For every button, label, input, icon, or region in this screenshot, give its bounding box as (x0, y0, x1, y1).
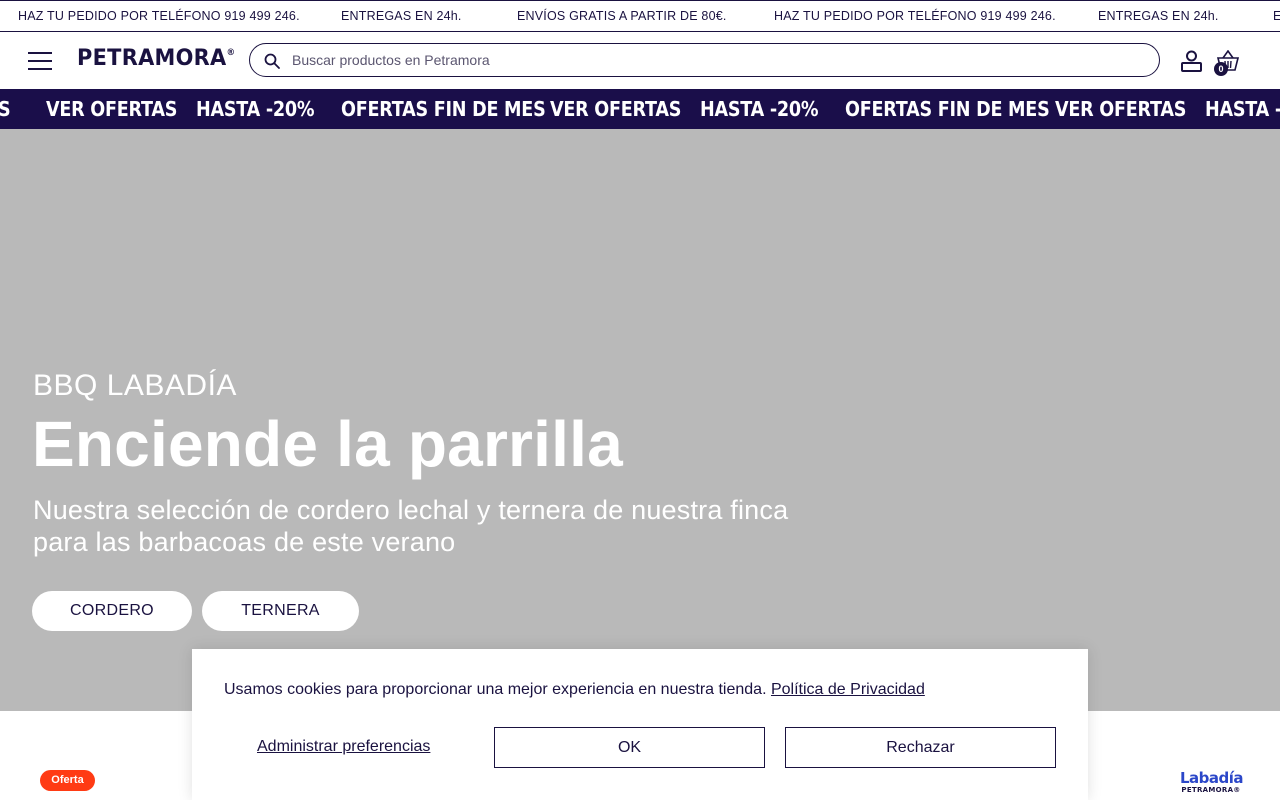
brand-name: Labadía (1180, 769, 1244, 787)
search-bar[interactable] (249, 43, 1160, 77)
offer-item[interactable]: VER OFERTAS (1055, 97, 1186, 121)
cookie-message: Usamos cookies para proporcionar una mej… (224, 681, 925, 699)
announcement-delivery: ENTREGAS EN 24h. (341, 9, 462, 23)
hero-title: Enciende la parrilla (32, 408, 623, 480)
cookie-reject-button[interactable]: Rechazar (785, 727, 1056, 768)
announcement-phone: HAZ TU PEDIDO POR TELÉFONO 919 499 246. (774, 9, 1056, 23)
cookie-text: Usamos cookies para proporcionar una mej… (224, 681, 767, 698)
offers-marquee[interactable]: S VER OFERTAS HASTA -20% OFERTAS FIN DE … (0, 89, 1280, 129)
hero-banner: BBQ LABADÍA Enciende la parrilla Nuestra… (0, 129, 1280, 711)
manage-preferences-button[interactable]: Administrar preferencias (257, 738, 430, 756)
announcement-partial: E (1273, 9, 1280, 23)
logo-registered-mark: ® (226, 48, 236, 58)
brand-sub: PETRAMORA® (1181, 786, 1241, 794)
menu-icon[interactable] (28, 52, 52, 70)
cookie-banner: Usamos cookies para proporcionar una mej… (192, 649, 1088, 800)
announcement-delivery: ENTREGAS EN 24h. (1098, 9, 1219, 23)
offer-item[interactable]: VER OFERTAS (550, 97, 681, 121)
offer-item[interactable]: HASTA -20% (700, 97, 818, 121)
offer-item[interactable]: S (0, 97, 11, 121)
site-header: PETRAMORA® 0 (0, 32, 1280, 89)
cart-count-badge: 0 (1214, 62, 1228, 76)
ternera-button[interactable]: TERNERA (202, 591, 359, 631)
search-icon[interactable] (264, 53, 280, 69)
offer-item[interactable]: HASTA -2 (1205, 97, 1280, 121)
labadia-logo: Labadía PETRAMORA® (1180, 769, 1244, 794)
offer-item[interactable]: OFERTAS FIN DE MES (845, 97, 1050, 121)
announcement-free-shipping: ENVÍOS GRATIS A PARTIR DE 80€. (517, 9, 727, 23)
offer-badge: Oferta (40, 770, 95, 791)
offer-item[interactable]: HASTA -20% (196, 97, 314, 121)
hero-kicker: BBQ LABADÍA (33, 369, 237, 402)
offer-item[interactable]: VER OFERTAS (46, 97, 177, 121)
search-input[interactable] (292, 50, 1132, 70)
hero-subtitle: Nuestra selección de cordero lechal y te… (33, 495, 789, 557)
privacy-policy-link[interactable]: Política de Privacidad (771, 681, 925, 698)
cordero-button[interactable]: CORDERO (32, 591, 192, 631)
logo-text: PETRAMORA (77, 46, 227, 71)
account-icon[interactable] (1181, 50, 1202, 72)
cookie-ok-button[interactable]: OK (494, 727, 765, 768)
announcement-phone: HAZ TU PEDIDO POR TELÉFONO 919 499 246. (18, 9, 300, 23)
announcement-bar: HAZ TU PEDIDO POR TELÉFONO 919 499 246. … (0, 0, 1280, 32)
offer-item[interactable]: OFERTAS FIN DE MES (341, 97, 546, 121)
site-logo[interactable]: PETRAMORA® (77, 46, 235, 71)
